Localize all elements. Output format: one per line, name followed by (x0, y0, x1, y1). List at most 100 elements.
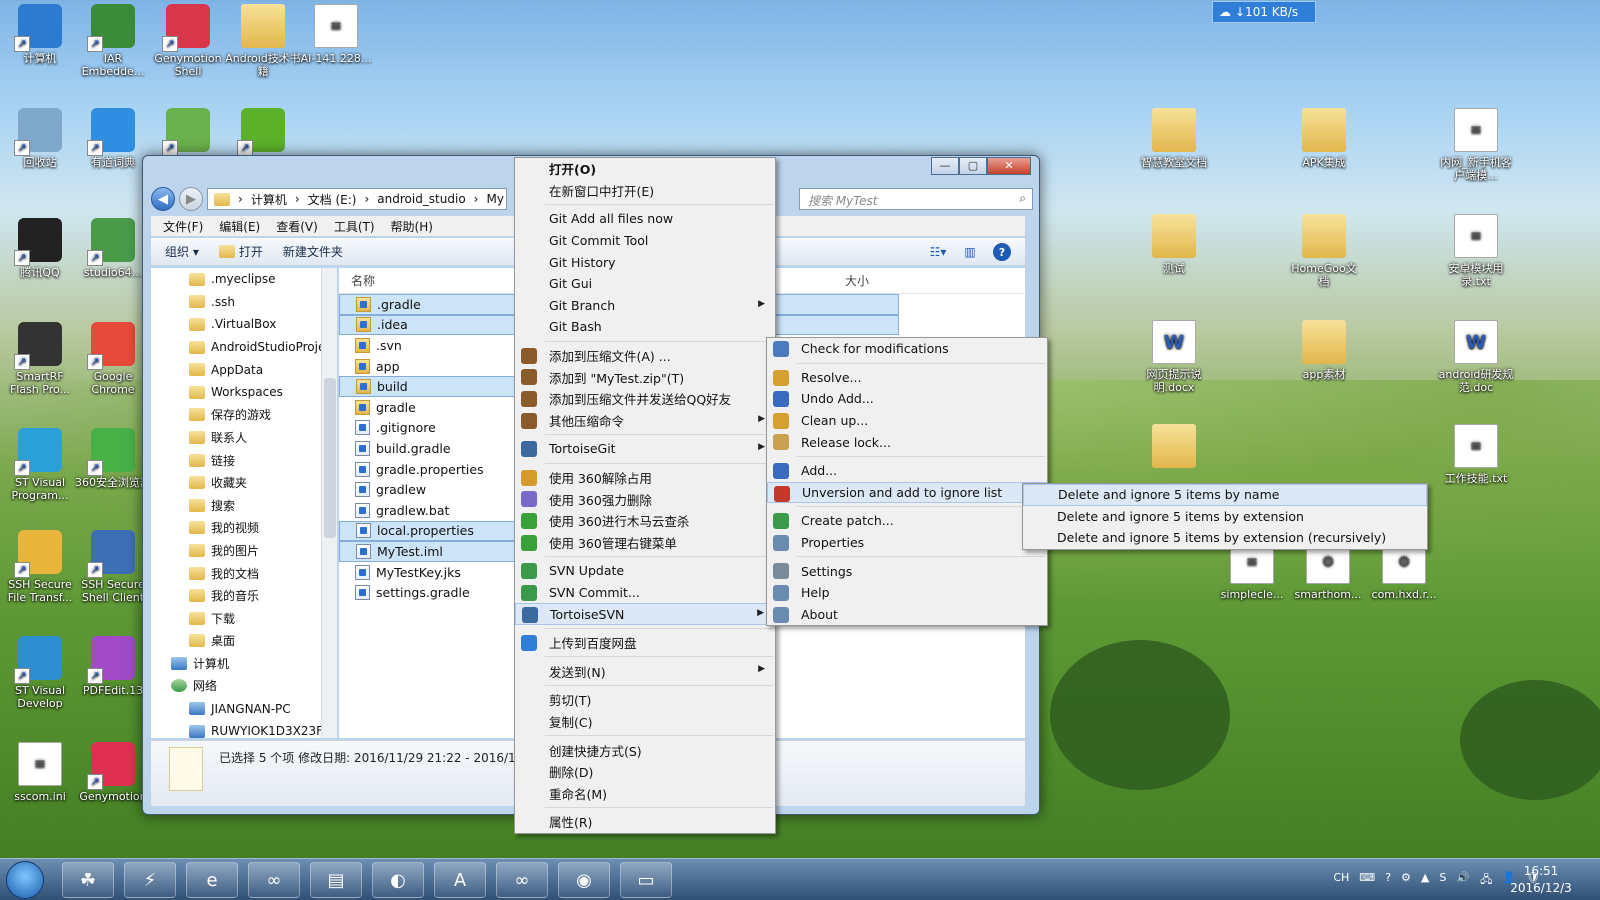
new-folder-button[interactable]: 新建文件夹 (283, 243, 343, 260)
nav-item[interactable]: 保存的游戏 (151, 404, 330, 427)
nav-item-computer[interactable]: 计算机 (151, 652, 330, 675)
menu-item[interactable]: Help (767, 582, 1047, 604)
desktop-icon[interactable]: IAR Embedde... (75, 4, 151, 78)
tray-icon[interactable]: ⚙ (1401, 871, 1411, 890)
menu-item[interactable]: Clean up... (767, 410, 1047, 432)
desktop-icon[interactable]: 回收站 (2, 108, 78, 169)
shell-icon[interactable]: ⚡ (124, 862, 176, 898)
start-button[interactable] (6, 861, 44, 899)
menu-item[interactable]: 剪切(T) (515, 689, 775, 711)
360-browser-icon[interactable]: e (186, 862, 238, 898)
menu-item[interactable]: Properties (767, 532, 1047, 554)
desktop-icon[interactable] (225, 108, 301, 156)
desktop-icon[interactable]: HomeGoo文档 (1286, 214, 1362, 288)
desktop-icon[interactable]: 计算机 (2, 4, 78, 65)
breadcrumb[interactable]: › 计算机 › 文档 (E:) › android_studio › My (207, 188, 507, 210)
desktop-icon[interactable]: SmartRF Flash Pro... (2, 322, 78, 396)
menu-item[interactable]: Settings (767, 560, 1047, 582)
nav-item[interactable]: RUWYIOK1D3X23F: (151, 720, 330, 738)
desktop-icon[interactable] (1136, 424, 1212, 472)
close-button[interactable]: ✕ (987, 157, 1031, 175)
nav-item[interactable]: 搜索 (151, 494, 330, 517)
back-button[interactable]: ◀ (151, 187, 175, 211)
breadcrumb-item[interactable]: My (486, 192, 503, 206)
desktop-icon[interactable]: studio64... (75, 218, 151, 279)
menu-item[interactable]: 在新窗口中打开(E) (515, 180, 775, 202)
menu-item[interactable]: 打开(O) (515, 158, 775, 180)
nav-item[interactable]: 联系人 (151, 426, 330, 449)
clock[interactable]: 16:51 2016/12/3 (1496, 863, 1586, 897)
desktop-icon[interactable]: Android技术书籍 (225, 4, 301, 78)
menu-item[interactable]: 创建快捷方式(S) (515, 739, 775, 761)
desktop-icon[interactable]: SSH Secure File Transf... (2, 530, 78, 604)
tray-icon[interactable]: ▲ (1421, 871, 1429, 890)
column-size[interactable]: 大小 (845, 272, 869, 289)
desktop-icon[interactable]: PDFEdit.13 (75, 636, 151, 697)
search-input[interactable]: 搜索 MyTest ⌕ (799, 188, 1033, 210)
nav-item[interactable]: .ssh (151, 291, 330, 314)
organize-button[interactable]: 组织 ▾ (165, 243, 199, 260)
book-icon[interactable]: ▭ (620, 862, 672, 898)
menu-item[interactable]: Undo Add... (767, 388, 1047, 410)
nav-scrollbar[interactable] (321, 268, 337, 738)
nav-item[interactable]: 下载 (151, 607, 330, 630)
menu-item[interactable]: Delete and ignore 5 items by extension (1023, 506, 1427, 528)
tray-icon[interactable]: ? (1385, 871, 1391, 890)
menu-item[interactable]: 其他压缩命令 ▶ (515, 410, 775, 432)
tray-icon[interactable]: CH (1333, 871, 1349, 890)
genymotion-icon[interactable]: ∞ (496, 862, 548, 898)
tray-icon[interactable]: S (1439, 871, 1446, 890)
genymotion-icon[interactable]: ∞ (248, 862, 300, 898)
menu-item[interactable]: Resolve... (767, 367, 1047, 389)
android-studio-icon[interactable]: A (434, 862, 486, 898)
nav-item[interactable]: 收藏夹 (151, 471, 330, 494)
nav-item[interactable]: AndroidStudioProje (151, 336, 330, 359)
desktop-icon[interactable]: ≡ 工作技能.txt (1438, 424, 1514, 485)
menu-item[interactable]: Add... (767, 460, 1047, 482)
menu-item[interactable]: 使用 360强力删除 (515, 488, 775, 510)
breadcrumb-item[interactable]: android_studio (377, 192, 465, 206)
desktop-icon[interactable]: ≡ sscom.ini (2, 742, 78, 803)
menu-item[interactable]: Git Gui (515, 273, 775, 295)
menu-item[interactable]: Create patch... (767, 510, 1047, 532)
menu-item[interactable]: Delete and ignore 5 items by extension (… (1023, 527, 1427, 549)
preview-pane-icon[interactable]: ▥ (961, 243, 979, 261)
menu-item[interactable]: Git History (515, 251, 775, 273)
nav-item[interactable]: AppData (151, 358, 330, 381)
desktop-icon[interactable]: ST Visual Program... (2, 428, 78, 502)
nav-item[interactable]: JIANGNAN-PC (151, 697, 330, 720)
desktop-icon[interactable]: Genymotion Shell (150, 4, 226, 78)
menu-item[interactable]: Release lock... (767, 431, 1047, 453)
maximize-button[interactable]: ▢ (959, 157, 987, 175)
menu-tools[interactable]: 工具(T) (328, 218, 381, 235)
menu-item[interactable]: 上传到百度网盘 (515, 632, 775, 654)
tray-icon[interactable]: ⌨ (1359, 871, 1375, 890)
menu-file[interactable]: 文件(F) (157, 218, 209, 235)
menu-item[interactable]: About (767, 604, 1047, 626)
menu-item[interactable]: TortoiseSVN ▶ (515, 603, 775, 625)
desktop-icon[interactable]: Genymotion (75, 742, 151, 803)
menu-item[interactable]: SVN Update (515, 560, 775, 582)
open-button[interactable]: 打开 (218, 243, 263, 260)
menu-item[interactable]: 使用 360管理右键菜单 (515, 532, 775, 554)
desktop-icon[interactable]: 腾讯QQ (2, 218, 78, 279)
menu-item[interactable]: 复制(C) (515, 711, 775, 733)
menu-item[interactable]: Delete and ignore 5 items by name (1023, 484, 1427, 506)
qq-browser-icon[interactable]: ◐ (372, 862, 424, 898)
menu-help[interactable]: 帮助(H) (385, 218, 439, 235)
menu-item[interactable]: Unversion and add to ignore list▶ (767, 481, 1047, 504)
nav-item[interactable]: 桌面 (151, 630, 330, 653)
tray-icon[interactable]: 🖧 (1480, 871, 1492, 890)
menu-item[interactable]: 添加到压缩文件并发送给QQ好友 (515, 388, 775, 410)
nav-item-network[interactable]: 网络 (151, 675, 330, 698)
view-options-icon[interactable]: ☷▾ (929, 243, 947, 261)
menu-item[interactable]: Check for modifications (767, 338, 1047, 360)
desktop-icon[interactable]: 有道词典 (75, 108, 151, 169)
nav-item[interactable]: 我的音乐 (151, 584, 330, 607)
menu-item[interactable]: SVN Commit... (515, 582, 775, 604)
breadcrumb-item[interactable]: 文档 (E:) (308, 191, 357, 208)
desktop-icon[interactable]: Wandroid研发规范.doc (1438, 320, 1514, 394)
desktop-icon[interactable]: APK集成 (1286, 108, 1362, 169)
desktop-icon[interactable]: W 网页提示说明.docx (1136, 320, 1212, 394)
menu-item[interactable]: 发送到(N) ▶ (515, 660, 775, 682)
